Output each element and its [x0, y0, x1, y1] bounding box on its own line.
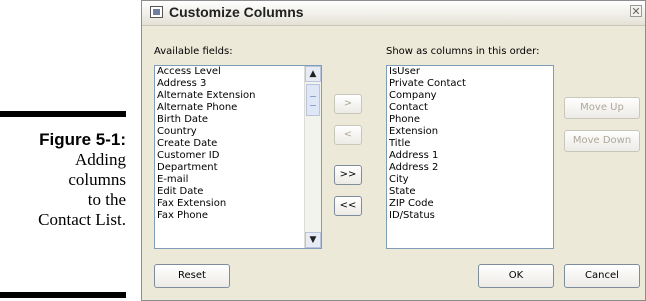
list-item[interactable]: Birth Date [155, 114, 321, 126]
list-item[interactable]: City [387, 174, 553, 186]
move-down-button[interactable]: Move Down [564, 130, 640, 152]
scroll-up-icon[interactable]: ▲ [305, 66, 321, 82]
list-item[interactable]: Private Contact [387, 78, 553, 90]
dialog-title: Customize Columns [169, 4, 304, 20]
figure-label: Figure 5-1: [39, 130, 126, 149]
dialog-titlebar[interactable]: Customize Columns ✕ [142, 1, 645, 26]
remove-field-button[interactable]: < [334, 125, 362, 145]
list-item[interactable]: ID/Status [387, 210, 553, 222]
list-item[interactable]: Contact [387, 102, 553, 114]
window-icon [150, 6, 163, 18]
remove-all-button[interactable]: << [334, 196, 362, 216]
caption-line: to the [87, 190, 126, 209]
columns-order-label: Show as columns in this order: [386, 46, 540, 57]
list-item[interactable]: Fax Extension [155, 198, 321, 210]
caption-bottom-rule [0, 292, 126, 298]
list-item[interactable]: Company [387, 90, 553, 102]
list-item[interactable]: Access Level [155, 66, 321, 78]
list-item[interactable]: ZIP Code [387, 198, 553, 210]
list-item[interactable]: Address 1 [387, 150, 553, 162]
add-field-button[interactable]: > [334, 94, 362, 114]
list-item[interactable]: State [387, 186, 553, 198]
caption-line: columns [68, 170, 126, 189]
list-item[interactable]: Edit Date [155, 186, 321, 198]
vertical-scrollbar[interactable]: ▲ ▼ [304, 66, 321, 248]
list-item[interactable]: Customer ID [155, 150, 321, 162]
list-item[interactable]: Country [155, 126, 321, 138]
list-item[interactable]: Fax Phone [155, 210, 321, 222]
list-item[interactable]: Address 2 [387, 162, 553, 174]
close-icon[interactable]: ✕ [630, 5, 642, 18]
list-item[interactable]: Alternate Phone [155, 102, 321, 114]
customize-columns-dialog: Customize Columns ✕ Available fields: Ac… [141, 0, 646, 301]
add-all-button[interactable]: >> [334, 165, 362, 185]
list-item[interactable]: IsUser [387, 66, 553, 78]
scroll-thumb[interactable] [306, 84, 320, 116]
caption-line: Adding [75, 150, 126, 169]
move-up-button[interactable]: Move Up [564, 97, 640, 119]
list-item[interactable]: Department [155, 162, 321, 174]
columns-order-list[interactable]: IsUser Private Contact Company Contact P… [386, 65, 554, 249]
scroll-down-icon[interactable]: ▼ [305, 232, 321, 248]
available-fields-label: Available fields: [154, 46, 233, 57]
cancel-button[interactable]: Cancel [564, 264, 640, 288]
list-item[interactable]: Phone [387, 114, 553, 126]
available-fields-list[interactable]: Access Level Address 3 Alternate Extensi… [154, 65, 322, 249]
caption-line: Contact List. [38, 210, 126, 229]
figure-caption: Figure 5-1: Adding columns to the Contac… [0, 130, 126, 230]
list-item[interactable]: Address 3 [155, 78, 321, 90]
list-item[interactable]: E-mail [155, 174, 321, 186]
reset-button[interactable]: Reset [154, 264, 230, 288]
list-item[interactable]: Create Date [155, 138, 321, 150]
caption-top-rule [0, 111, 126, 117]
list-item[interactable]: Alternate Extension [155, 90, 321, 102]
list-item[interactable]: Extension [387, 126, 553, 138]
list-item[interactable]: Title [387, 138, 553, 150]
ok-button[interactable]: OK [478, 264, 554, 288]
